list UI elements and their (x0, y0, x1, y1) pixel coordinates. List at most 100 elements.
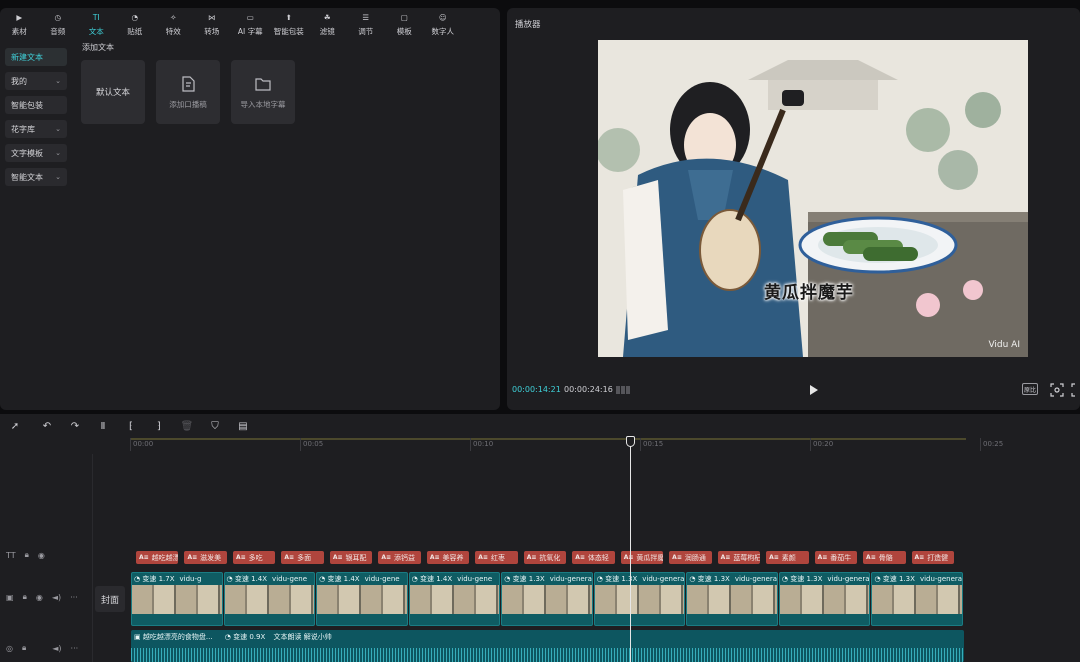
effects-icon: ✧ (170, 12, 177, 22)
video-clip[interactable]: ◔ 变速 1.4X vidu-gene (223, 572, 316, 626)
text-clip[interactable]: A≡ 打造健 (911, 551, 954, 564)
tab-smart-pack[interactable]: ⬆ 智能包装 (270, 8, 309, 38)
text-clip[interactable]: A≡ 抗氧化 (523, 551, 567, 564)
subtitle-edit-icon[interactable]: ▤ (236, 419, 250, 433)
text-clip[interactable]: A≡ 滋发美 (184, 551, 227, 564)
video-clip[interactable]: ◔ 变速 1.7X vidu-g (131, 572, 223, 626)
playhead-handle[interactable] (626, 436, 635, 447)
tab-adjust[interactable]: ☰ 调节 (347, 8, 386, 38)
lock-icon[interactable]: 🔒︎ (25, 550, 29, 560)
playhead-line (630, 438, 631, 662)
clip-thumbnails (224, 585, 315, 614)
ruler-tick (300, 438, 301, 451)
side-menu-label: 智能包装 (11, 100, 43, 110)
text-clip[interactable]: A≡ 骨骼 (863, 551, 906, 564)
split-left-icon[interactable]: ⁅ (124, 419, 138, 433)
cover-button[interactable]: 封面 (95, 586, 125, 612)
text-clip[interactable]: A≡ 番茄牛 (814, 551, 858, 564)
text-clip[interactable]: A≡ 蓝莓枸杞 (717, 551, 761, 564)
text-clip-label: 黄瓜拌魔 (636, 553, 664, 562)
select-tool-icon[interactable]: ➚ (8, 419, 22, 433)
side-menu-item[interactable]: 新建文本 (5, 48, 67, 66)
video-clip[interactable]: ◔ 变速 1.4X vidu-gene (316, 572, 408, 626)
text-track-header: TT 🔒︎ ◉ (0, 550, 92, 560)
video-clip-label: ◔ 变速 1.4X vidu-gene (412, 574, 493, 584)
tab-sticker[interactable]: ◔ 贴纸 (116, 8, 155, 38)
lock-icon[interactable]: 🔒︎ (23, 592, 27, 602)
text-clip[interactable]: A≡ 银耳配 (329, 551, 373, 564)
volume-icon[interactable]: ◄) (52, 644, 61, 653)
tab-effects[interactable]: ✧ 特效 (154, 8, 193, 38)
side-menu-item[interactable]: 智能文本 ⌄ (5, 168, 67, 186)
text-clip[interactable]: A≡越吃越漂亮的 (136, 551, 179, 564)
text-clip[interactable]: A≡ 黄瓜拌魔 (620, 551, 664, 564)
tab-filter[interactable]: ☘ 滤镜 (308, 8, 347, 38)
timecode-grid-icon[interactable] (615, 385, 631, 395)
import-subtitle-card[interactable]: 导入本地字幕 (231, 60, 295, 124)
tab-audio[interactable]: ◷ 音频 (39, 8, 78, 38)
text-clip-label: 美容养 (442, 553, 464, 562)
text-clip-label: 润肠通 (684, 553, 706, 562)
eye-icon[interactable]: ◉ (38, 551, 45, 560)
undo-icon[interactable]: ↶ (40, 419, 54, 433)
side-menu-item[interactable]: 我的 ⌄ (5, 72, 67, 90)
video-clip[interactable]: ◔ 变速 1.3X vidu-genera (778, 572, 871, 626)
sticker-icon: ◔ (131, 12, 139, 22)
audio-clip[interactable]: ▣ 越吃越漂亮的食物盘... ◔ 变速 0.9X 文本朗读 解说小帅 (131, 630, 964, 662)
tab-text[interactable]: TI 文本 (77, 8, 116, 38)
video-clip[interactable]: ◔ 变速 1.3X vidu-genera (686, 572, 778, 626)
text-clip[interactable]: A≡ 美容养 (426, 551, 470, 564)
add-voiceover-card[interactable]: 添加口播稿 (156, 60, 220, 124)
delete-icon[interactable]: 🗑 (180, 419, 194, 433)
volume-icon[interactable]: ◄) (52, 593, 61, 602)
video-clip-label: ◔ 变速 1.3X vidu-genera (689, 574, 777, 584)
tab-ai-subtitle[interactable]: ▭ AI 字幕 (231, 8, 270, 38)
aspect-ratio-button[interactable]: 原比 (1022, 383, 1038, 395)
ruler-label: 00:15 (643, 440, 664, 448)
side-menu-item[interactable]: 文字模板 ⌄ (5, 144, 67, 162)
video-clip[interactable]: ◔ 变速 1.3X vidu-genera (871, 572, 963, 626)
more-icon[interactable]: ··· (71, 644, 79, 653)
fit-screen-icon[interactable] (1050, 383, 1064, 397)
text-clip[interactable]: A≡ 润肠通 (669, 551, 712, 564)
document-icon (182, 75, 195, 92)
text-clip[interactable]: A≡ 体态轻 (572, 551, 615, 564)
video-preview[interactable]: 黄瓜拌魔芋 Vidu AI (598, 40, 1028, 357)
tab-media[interactable]: ▶ 素材 (0, 8, 39, 38)
text-clip[interactable]: A≡ 红枣 (475, 551, 518, 564)
clip-thumbnails (502, 585, 592, 614)
side-menu-item[interactable]: 智能包装 (5, 96, 67, 114)
text-clip[interactable]: A≡ 素颜 (766, 551, 809, 564)
tab-avatar[interactable]: ☺ 数字人 (424, 8, 463, 38)
clip-name: vidu-genera (827, 575, 870, 583)
play-icon[interactable] (809, 385, 819, 395)
text-clip[interactable]: A≡ 多吃 (232, 551, 276, 564)
text-clip[interactable]: A≡ 多面 (281, 551, 324, 564)
video-clip[interactable]: ◔ 变速 1.3X vidu-genera (593, 572, 686, 626)
text-clip[interactable]: A≡ 添钙益 (378, 551, 421, 564)
video-clip-label: ◔ 变速 1.7X vidu-g (134, 574, 201, 584)
audio-file-icon: ▣ (134, 633, 143, 641)
split-right-icon[interactable]: ⁆ (152, 419, 166, 433)
split-icon[interactable]: Ⅱ (96, 419, 110, 433)
time-ruler[interactable]: 00:00 00:05 00:10 00:15 00:20 00:25 (130, 436, 1080, 452)
text-clip-icon: A≡ (429, 554, 440, 561)
clip-name: vidu-genera (549, 575, 592, 583)
eye-icon[interactable]: ◉ (36, 593, 43, 602)
fullscreen-icon[interactable] (1071, 383, 1080, 397)
redo-icon[interactable]: ↷ (68, 419, 82, 433)
more-icon[interactable]: ··· (70, 593, 78, 602)
shield-icon[interactable]: ⛉ (208, 419, 222, 433)
text-clip-icon: A≡ (575, 554, 585, 561)
default-text-card[interactable]: 默认文本 (81, 60, 145, 124)
side-menu-item[interactable]: 花字库 ⌄ (5, 120, 67, 138)
video-track-icon: ▣ (6, 592, 14, 602)
clip-name: vidu-gene (364, 575, 400, 583)
lock-icon[interactable]: 🔒︎ (22, 643, 26, 653)
video-clip[interactable]: ◔ 变速 1.3X vidu-genera (501, 572, 593, 626)
video-clip[interactable]: ◔ 变速 1.4X vidu-gene (408, 572, 501, 626)
clip-speed: 变速 1.7X (142, 575, 175, 583)
tab-template[interactable]: ▢ 模板 (385, 8, 424, 38)
tab-transition[interactable]: ⋈ 转场 (193, 8, 232, 38)
text-clip-icon: A≡ (478, 554, 488, 561)
